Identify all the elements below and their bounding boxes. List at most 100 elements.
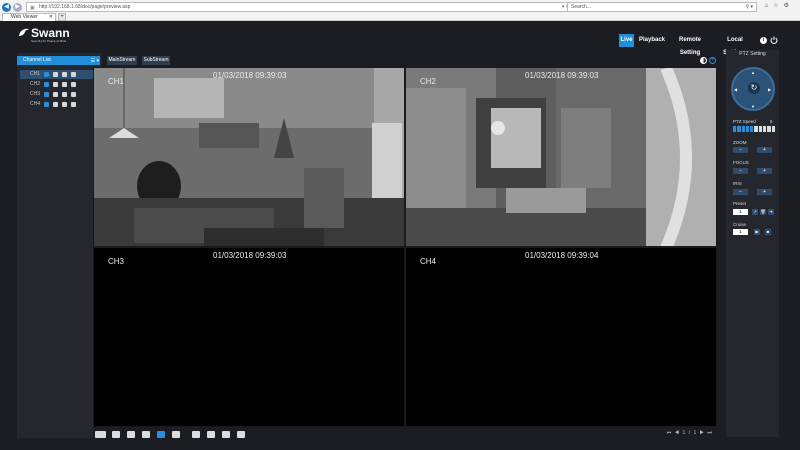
record-icon[interactable] bbox=[53, 82, 58, 87]
channel-item-ch2[interactable]: CH2 bbox=[20, 80, 98, 89]
speed-segment[interactable] bbox=[733, 126, 737, 132]
back-arrow-icon[interactable]: ◀ bbox=[2, 3, 11, 12]
channel-name: CH2 bbox=[420, 77, 437, 86]
ptz-title: PTZ Setting bbox=[739, 51, 766, 57]
list-menu-icon[interactable]: ☰ ▾ bbox=[91, 57, 99, 66]
stream-icon[interactable] bbox=[44, 82, 49, 87]
search-input[interactable]: Search... ⚲ ▾ bbox=[567, 2, 757, 12]
ptz-reset-icon[interactable]: ↻ bbox=[748, 82, 760, 94]
preset-save-icon[interactable]: ➔ bbox=[768, 209, 774, 215]
speed-segment[interactable] bbox=[767, 126, 771, 132]
page-separator: / bbox=[688, 430, 692, 436]
single-view-icon[interactable] bbox=[157, 431, 165, 438]
grid-icon[interactable] bbox=[142, 431, 150, 438]
record-icon[interactable] bbox=[53, 72, 58, 77]
substream-button[interactable]: SubStream bbox=[142, 56, 170, 65]
image-icon[interactable] bbox=[71, 72, 76, 77]
speed-segment[interactable] bbox=[763, 126, 767, 132]
channel-list-header[interactable]: Channel List ☰ ▾ bbox=[17, 56, 100, 65]
speed-segment[interactable] bbox=[737, 126, 741, 132]
camera-icon[interactable] bbox=[62, 102, 67, 107]
focus-minus-button[interactable]: − bbox=[733, 168, 748, 174]
nav-playback[interactable]: Playback bbox=[638, 34, 666, 47]
next-page-icon[interactable]: ▶ bbox=[700, 430, 705, 436]
preset-goto-icon[interactable]: ↗ bbox=[752, 209, 758, 215]
preset-label: Preset bbox=[733, 201, 747, 206]
cruise-label: Cruise bbox=[733, 222, 747, 227]
speed-segment[interactable] bbox=[745, 126, 750, 132]
mainstream-button[interactable]: MainStream bbox=[107, 56, 137, 65]
search-icon[interactable]: ⚲ ▾ bbox=[745, 3, 753, 11]
ptz-left-icon[interactable]: ◀ bbox=[734, 87, 737, 92]
nav-live[interactable]: Live bbox=[619, 34, 634, 47]
speed-segment[interactable] bbox=[754, 126, 758, 132]
address-text: http://192.168.1.68/doc/page/preview.asp bbox=[39, 4, 131, 10]
cruise-stop-icon[interactable]: ■ bbox=[765, 229, 771, 235]
channel-item-ch3[interactable]: CH3 bbox=[20, 90, 98, 99]
image-icon[interactable] bbox=[71, 102, 76, 107]
ptz-down-icon[interactable]: ▼ bbox=[751, 104, 755, 109]
video-cell-ch3[interactable]: CH3 01/03/2018 09:39:03 bbox=[93, 247, 405, 427]
ptz-speed-value: 5 bbox=[770, 119, 773, 124]
channel-item-ch1[interactable]: CH1 bbox=[20, 70, 98, 79]
ptz-up-icon[interactable]: ▲ bbox=[751, 70, 755, 75]
stream-icon[interactable] bbox=[44, 102, 49, 107]
prev-page-icon[interactable]: ◀ bbox=[675, 430, 680, 436]
power-icon[interactable] bbox=[770, 36, 778, 44]
volume-icon[interactable] bbox=[237, 431, 245, 438]
speed-segment[interactable] bbox=[758, 126, 763, 132]
camera-icon[interactable] bbox=[62, 92, 67, 97]
camera-icon[interactable] bbox=[62, 82, 67, 87]
video-cell-ch1[interactable]: CH1 01/03/2018 09:39:03 bbox=[93, 67, 405, 247]
image-icon[interactable] bbox=[71, 92, 76, 97]
zoom-out-button[interactable]: − bbox=[733, 147, 748, 153]
swan-logo-icon bbox=[19, 28, 29, 36]
preset-delete-icon[interactable]: 🗑 bbox=[760, 209, 766, 215]
ptz-speed-slider[interactable] bbox=[733, 126, 775, 132]
page-current: 1 bbox=[682, 430, 687, 436]
nav-remote-setting[interactable]: Remote Setting bbox=[670, 34, 710, 56]
zoom-in-button[interactable]: + bbox=[757, 147, 772, 153]
record-icon[interactable] bbox=[192, 431, 200, 438]
snapshot-icon[interactable] bbox=[207, 431, 215, 438]
stream-icon[interactable] bbox=[44, 92, 49, 97]
fullscreen-icon[interactable] bbox=[172, 431, 180, 438]
add-icon[interactable]: + bbox=[709, 57, 716, 64]
cruise-play-icon[interactable]: ▶ bbox=[754, 229, 760, 235]
ptz-right-icon[interactable]: ▶ bbox=[768, 87, 771, 92]
logo-text: Swann bbox=[31, 26, 70, 40]
iris-plus-button[interactable]: + bbox=[757, 189, 772, 195]
pager[interactable]: ⏮ ◀ 1 / 1 ▶ ⏭ bbox=[667, 430, 713, 436]
contrast-icon[interactable] bbox=[700, 57, 707, 64]
image-icon[interactable] bbox=[71, 82, 76, 87]
speed-segment[interactable] bbox=[771, 126, 775, 132]
window-alt-icon[interactable] bbox=[127, 431, 135, 438]
focus-plus-button[interactable]: + bbox=[757, 168, 772, 174]
channel-item-ch4[interactable]: CH4 bbox=[20, 100, 98, 109]
browser-tab[interactable]: Web Viewer ✕ bbox=[2, 13, 56, 21]
last-page-icon[interactable]: ⏭ bbox=[707, 430, 713, 436]
iris-minus-button[interactable]: − bbox=[733, 189, 748, 195]
new-tab-button[interactable]: + bbox=[58, 13, 66, 21]
layout-select-icon[interactable] bbox=[95, 431, 106, 438]
close-icon[interactable]: ✕ bbox=[49, 14, 53, 21]
stream-icon[interactable] bbox=[44, 72, 49, 77]
video-cell-ch4[interactable]: CH4 01/03/2018 09:39:04 bbox=[405, 247, 717, 427]
info-icon[interactable]: i bbox=[760, 37, 767, 44]
speed-segment[interactable] bbox=[741, 126, 745, 132]
browser-tools[interactable]: ⌂☆⚙ bbox=[765, 2, 794, 9]
record-icon[interactable] bbox=[53, 92, 58, 97]
camera-icon[interactable] bbox=[62, 72, 67, 77]
zoom-icon[interactable] bbox=[222, 431, 230, 438]
speed-segment[interactable] bbox=[750, 126, 754, 132]
first-page-icon[interactable]: ⏮ bbox=[667, 430, 673, 436]
forward-arrow-icon[interactable]: ▶ bbox=[13, 3, 22, 12]
preset-input[interactable]: 1 bbox=[733, 209, 748, 215]
record-icon[interactable] bbox=[53, 102, 58, 107]
channel-name: CH1 bbox=[108, 77, 125, 86]
video-cell-ch2[interactable]: CH2 01/03/2018 09:39:03 bbox=[405, 67, 717, 247]
nav-local-settings[interactable]: Local Settings bbox=[716, 34, 754, 56]
cruise-input[interactable]: 1 bbox=[733, 229, 748, 235]
window-icon[interactable] bbox=[112, 431, 120, 438]
address-bar[interactable]: ▣ http://192.168.1.68/doc/page/preview.a… bbox=[26, 2, 574, 12]
